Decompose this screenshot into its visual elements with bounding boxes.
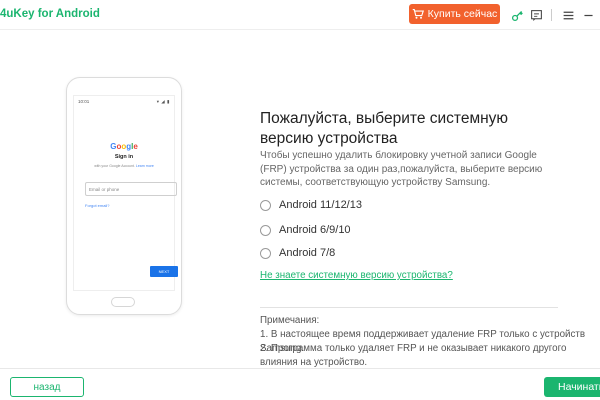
buy-now-label: Купить сейчас xyxy=(427,8,498,20)
phone-email-field: Email or phone xyxy=(85,182,177,196)
title-bar: 4uKey for Android Купить сейчас xyxy=(0,0,600,30)
phone-status-time: 10:01 xyxy=(78,99,90,104)
phone-forgot-link: Forgot email? xyxy=(85,203,110,208)
google-logo: Google xyxy=(110,142,138,151)
app-title: 4uKey for Android xyxy=(0,8,100,20)
back-button[interactable]: назад xyxy=(10,377,84,397)
note-item: 2. Программа только удаляет FRP и не ока… xyxy=(260,343,567,368)
option-label: Android 7/8 xyxy=(279,247,336,259)
phone-next-button: NEXT xyxy=(150,266,178,277)
cart-icon xyxy=(412,8,424,19)
toolbar-separator xyxy=(551,9,552,21)
notes-title: Примечания: xyxy=(260,315,320,326)
start-button[interactable]: Начинать xyxy=(544,377,600,397)
page-description: Чтобы успешно удалить блокировку учетной… xyxy=(260,150,543,188)
menu-icon[interactable] xyxy=(561,8,575,22)
radio-button[interactable] xyxy=(260,224,271,236)
option-label: Android 11/12/13 xyxy=(279,199,362,211)
page-title: Пожалуйста, выберите системную версию ус… xyxy=(260,110,509,147)
minimize-icon[interactable] xyxy=(581,8,595,22)
radio-button[interactable] xyxy=(260,247,271,259)
phone-signin-subtitle: with your Google Account. Learn more xyxy=(94,164,154,168)
option-android-6-9-10[interactable]: Android 6/9/10 xyxy=(260,224,351,236)
key-icon[interactable] xyxy=(510,8,524,22)
radio-button[interactable] xyxy=(260,199,271,211)
feedback-icon[interactable] xyxy=(529,8,543,22)
phone-illustration: 10:01 ▾ ◢ ▮ Google Sign in with your Goo… xyxy=(66,77,182,315)
option-android-11-12-13[interactable]: Android 11/12/13 xyxy=(260,199,362,211)
version-help-link[interactable]: Не знаете системную версию устройства? xyxy=(260,270,453,281)
bottom-bar: назад Начинать xyxy=(0,368,600,400)
divider xyxy=(260,307,558,308)
buy-now-button[interactable]: Купить сейчас xyxy=(409,4,500,24)
option-label: Android 6/9/10 xyxy=(279,224,351,236)
phone-home-button xyxy=(111,297,135,307)
option-android-7-8[interactable]: Android 7/8 xyxy=(260,247,335,259)
phone-status-icons: ▾ ◢ ▮ xyxy=(156,99,170,104)
phone-screen: 10:01 ▾ ◢ ▮ Google Sign in with your Goo… xyxy=(73,95,178,291)
phone-signin-title: Sign in xyxy=(114,154,134,160)
